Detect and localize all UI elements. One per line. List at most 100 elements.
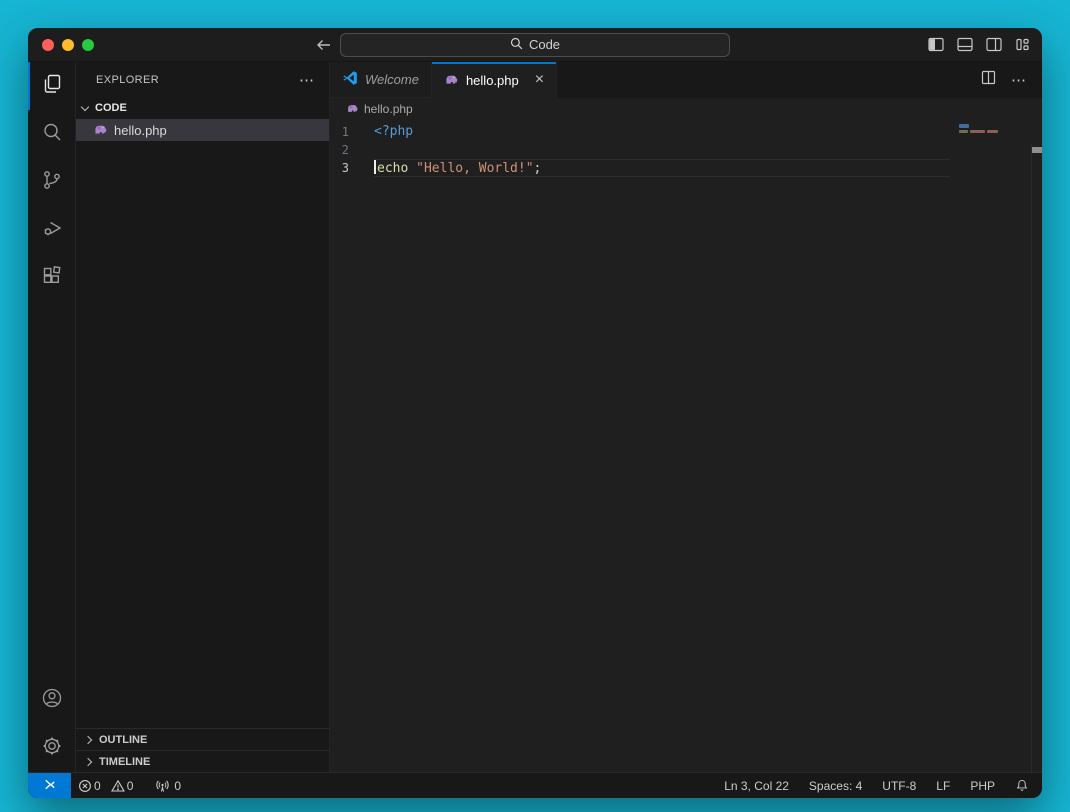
toggle-primary-sidebar-icon[interactable] [928,37,944,52]
problems-indicator[interactable]: 0 0 [71,773,140,798]
activitybar-accounts[interactable] [28,676,75,724]
window-controls [42,39,94,51]
indentation[interactable]: Spaces: 4 [799,779,872,793]
timeline-section[interactable]: TIMELINE [76,750,329,772]
tab-label: Welcome [365,72,419,87]
tab-welcome[interactable]: Welcome [330,62,432,98]
vscode-logo-icon [342,70,358,89]
editor-more-actions-icon[interactable]: ⋯ [1011,71,1027,89]
status-bar: 0 0 0 Ln 3, Col 22 Spaces: 4 UTF-8 LF PH… [28,772,1042,798]
code-editor[interactable]: 1 <?php 2 3 echo "Hello, World!"; [330,120,1042,772]
space-token [408,161,416,176]
folder-section-code[interactable]: CODE [76,97,329,119]
code-line-3: 3 echo "Hello, World!"; [330,159,1042,177]
radio-tower-icon [155,779,170,793]
activity-bar-spacer [28,302,75,676]
semicolon-token: ; [534,161,542,176]
editor-group: Welcome hello.php × ⋯ [330,62,1042,772]
vscode-window: Code [28,28,1042,798]
outline-label: OUTLINE [99,734,147,746]
ports-count: 0 [174,779,181,793]
file-item-hello-php[interactable]: hello.php [76,119,329,141]
bell-icon [1015,778,1029,793]
activitybar-run-debug[interactable] [28,206,75,254]
string-token: "Hello, World!" [416,161,533,176]
language-mode[interactable]: PHP [960,779,1005,793]
php-file-icon [93,121,108,139]
chevron-down-icon [81,102,89,110]
line-number: 3 [330,161,374,175]
minimap[interactable] [956,122,1028,182]
php-file-icon [346,101,359,117]
overview-ruler [1031,144,1032,772]
notifications-bell[interactable] [1005,778,1042,793]
explorer-more-actions-icon[interactable]: ⋯ [299,71,315,89]
code-text: <?php [374,123,950,141]
chevron-right-icon [84,735,92,743]
chevron-right-icon [84,757,92,765]
toggle-panel-icon[interactable] [957,37,973,52]
close-window-button[interactable] [42,39,54,51]
line-number: 2 [330,143,374,157]
warnings-group: 0 [111,779,134,793]
files-icon [40,72,64,101]
back-icon[interactable] [316,38,332,52]
errors-group: 0 [78,779,101,793]
outline-section[interactable]: OUTLINE [76,728,329,750]
timeline-label: TIMELINE [99,756,150,768]
activitybar-settings[interactable] [28,724,75,772]
minimap-mark [959,130,968,133]
remote-icon [42,777,57,795]
search-label: Code [529,37,560,52]
file-item-label: hello.php [114,123,167,138]
close-tab-icon[interactable]: × [535,72,544,88]
encoding[interactable]: UTF-8 [872,779,926,793]
breadcrumb-item: hello.php [364,102,413,116]
warning-icon [111,779,125,793]
php-file-icon [444,71,459,89]
code-line-1: 1 <?php [330,123,1042,141]
minimap-mark [987,130,998,133]
tab-hello-php[interactable]: hello.php × [432,62,557,98]
line-number: 1 [330,125,374,139]
split-editor-icon[interactable] [981,70,996,90]
php-open-tag: <?php [374,124,413,139]
remote-indicator[interactable] [28,773,71,798]
sidebar-spacer [76,141,329,728]
sidebar-header: EXPLORER ⋯ [76,62,329,97]
gear-icon [40,734,64,763]
activitybar-search[interactable] [28,110,75,158]
activitybar-extensions[interactable] [28,254,75,302]
eol-sequence[interactable]: LF [926,779,960,793]
error-icon [78,779,92,793]
explorer-sidebar: EXPLORER ⋯ CODE hello.php OUTLINE [76,62,330,772]
keyword-token: echo [377,161,408,176]
editor-actions: ⋯ [981,62,1042,98]
toggle-secondary-sidebar-icon[interactable] [986,37,1002,52]
tab-label: hello.php [466,73,519,88]
sidebar-title: EXPLORER [96,74,159,86]
activitybar-source-control[interactable] [28,158,75,206]
zoom-window-button[interactable] [82,39,94,51]
search-icon [40,120,64,149]
run-debug-icon [40,216,64,245]
code-text [374,141,950,159]
activitybar-explorer[interactable] [28,62,75,110]
error-count: 0 [94,779,101,793]
cursor-position[interactable]: Ln 3, Col 22 [714,779,799,793]
extensions-icon [40,264,64,293]
minimap-mark [959,124,969,128]
title-bar: Code [28,28,1042,62]
text-cursor [374,160,376,174]
code-line-2: 2 [330,141,1042,159]
command-center-search[interactable]: Code [340,33,730,57]
status-bar-right: Ln 3, Col 22 Spaces: 4 UTF-8 LF PHP [714,778,1042,793]
customize-layout-icon[interactable] [1015,37,1030,52]
breadcrumb[interactable]: hello.php [330,98,1042,120]
code-text: echo "Hello, World!"; [374,159,950,177]
source-control-icon [40,168,64,197]
ports-indicator[interactable]: 0 [148,773,188,798]
account-icon [40,686,64,715]
minimize-window-button[interactable] [62,39,74,51]
warning-count: 0 [127,779,134,793]
